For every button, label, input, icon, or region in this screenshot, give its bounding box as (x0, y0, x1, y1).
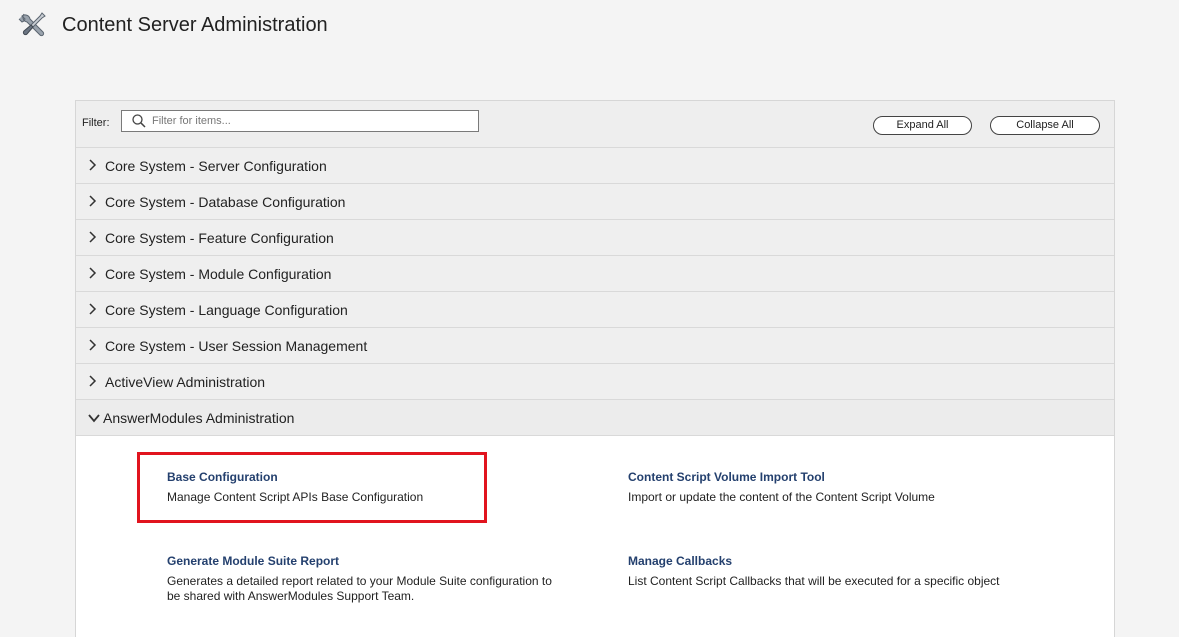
item-volume-import: Content Script Volume Import Tool Import… (628, 470, 1058, 505)
item-description: Generates a detailed report related to y… (167, 574, 552, 603)
collapse-all-button[interactable]: Collapse All (990, 116, 1100, 135)
chevron-right-icon (89, 195, 97, 207)
section-label: ActiveView Administration (105, 374, 266, 390)
page-header: Content Server Administration (0, 0, 1179, 60)
section-core-module[interactable]: Core System - Module Configuration (76, 256, 1114, 292)
section-core-feature[interactable]: Core System - Feature Configuration (76, 220, 1114, 256)
filter-toolbar: Filter: Expand All Collapse All (76, 101, 1114, 148)
chevron-right-icon (89, 267, 97, 279)
chevron-right-icon (89, 303, 97, 315)
chevron-right-icon (89, 339, 97, 351)
section-core-database[interactable]: Core System - Database Configuration (76, 184, 1114, 220)
item-description: Import or update the content of the Cont… (628, 490, 935, 504)
filter-label: Filter: (82, 117, 110, 129)
chevron-right-icon (89, 375, 97, 387)
chevron-down-icon (88, 414, 100, 423)
tools-icon (18, 10, 48, 40)
filter-input[interactable] (152, 113, 472, 129)
item-link[interactable]: Generate Module Suite Report (167, 554, 567, 568)
search-icon (132, 114, 146, 128)
section-label: Core System - Module Configuration (105, 266, 332, 282)
item-link[interactable]: Content Script Volume Import Tool (628, 470, 1058, 484)
admin-panel: Filter: Expand All Collapse All Core Sys… (75, 100, 1115, 637)
chevron-right-icon (89, 231, 97, 243)
section-activeview[interactable]: ActiveView Administration (76, 364, 1114, 400)
section-label: Core System - User Session Management (105, 338, 368, 354)
section-core-language[interactable]: Core System - Language Configuration (76, 292, 1114, 328)
filter-field[interactable] (121, 110, 479, 132)
section-core-user-session[interactable]: Core System - User Session Management (76, 328, 1114, 364)
section-label: Core System - Feature Configuration (105, 230, 334, 246)
chevron-right-icon (89, 159, 97, 171)
section-label: AnswerModules Administration (103, 410, 295, 426)
item-module-suite-report: Generate Module Suite Report Generates a… (167, 554, 567, 604)
section-label: Core System - Server Configuration (105, 158, 327, 174)
item-manage-callbacks: Manage Callbacks List Content Script Cal… (628, 554, 1028, 589)
highlight-annotation (137, 452, 487, 523)
section-label: Core System - Language Configuration (105, 302, 348, 318)
item-description: List Content Script Callbacks that will … (628, 574, 1000, 588)
item-link[interactable]: Manage Callbacks (628, 554, 1028, 568)
page-title: Content Server Administration (62, 14, 328, 36)
section-label: Core System - Database Configuration (105, 194, 346, 210)
section-core-server[interactable]: Core System - Server Configuration (76, 148, 1114, 184)
expand-all-button[interactable]: Expand All (873, 116, 972, 135)
section-answermodules[interactable]: AnswerModules Administration (76, 400, 1114, 436)
